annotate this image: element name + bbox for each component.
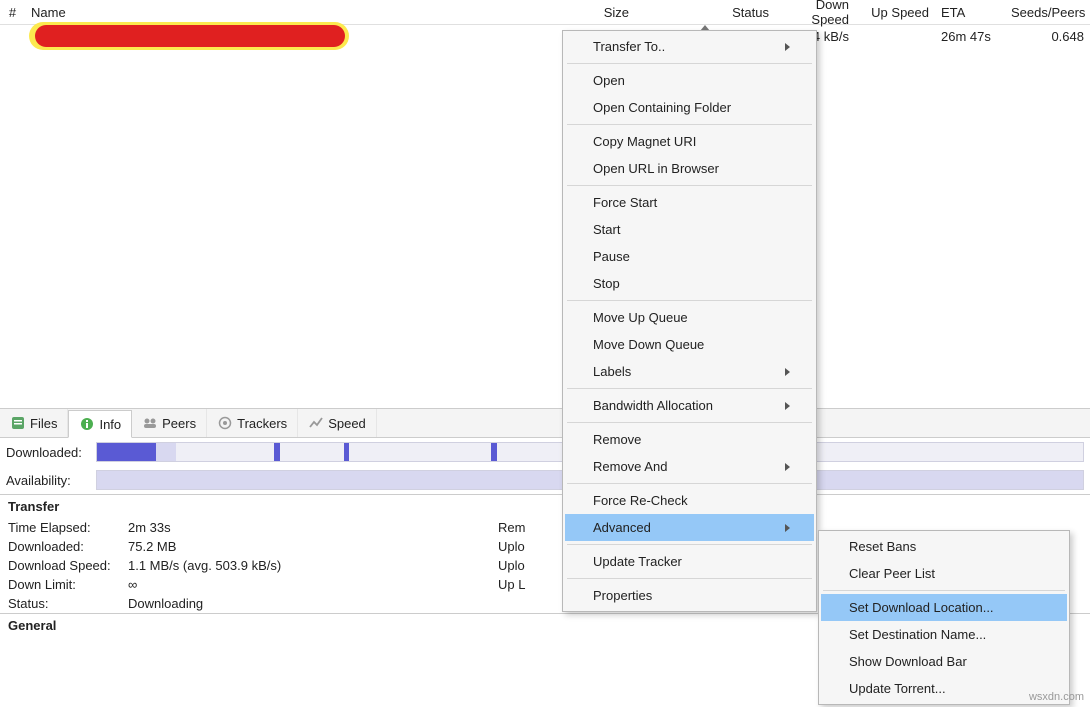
submenu-arrow-icon: [785, 459, 790, 474]
details-tabs: Files Info Peers Trackers Speed: [0, 408, 1090, 438]
menu-separator: [567, 483, 812, 484]
watermark: wsxdn.com: [1029, 691, 1084, 703]
time-elapsed-label: Time Elapsed:: [8, 520, 128, 535]
menu-separator: [567, 544, 812, 545]
download-speed-label: Download Speed:: [8, 558, 128, 573]
col-status[interactable]: Status: [635, 5, 775, 20]
col-size[interactable]: Size: [565, 5, 635, 20]
col-seeds-peers[interactable]: Seeds/Peers: [1005, 5, 1090, 20]
menu-advanced[interactable]: Advanced: [565, 514, 814, 541]
menu-separator: [567, 63, 812, 64]
downloaded-row: Downloaded:: [0, 438, 1090, 466]
submenu-reset-bans[interactable]: Reset Bans: [821, 533, 1067, 560]
col-up-speed[interactable]: Up Speed: [855, 5, 935, 20]
downloaded-label: Downloaded:: [6, 445, 96, 460]
row-eta: 26m 47s: [935, 29, 1005, 44]
tab-speed[interactable]: Speed: [298, 409, 377, 437]
menu-separator: [567, 124, 812, 125]
trackers-icon: [217, 416, 232, 431]
tab-label: Trackers: [237, 416, 287, 431]
downloaded-label2: Downloaded:: [8, 539, 128, 554]
down-limit-value: ∞: [128, 577, 498, 592]
submenu-set-download-location[interactable]: Set Download Location...: [821, 594, 1067, 621]
menu-separator: [567, 300, 812, 301]
info-icon: [79, 417, 94, 432]
menu-separator: [567, 185, 812, 186]
col-name[interactable]: Name: [25, 5, 565, 20]
menu-force-recheck: Force Re-Check: [565, 487, 814, 514]
speed-icon: [308, 416, 323, 431]
torrent-row[interactable]: 1.60 GB Downloading 2.4 kB/s 26m 47s 0.6…: [0, 25, 1090, 48]
submenu-set-destination-name[interactable]: Set Destination Name...: [821, 621, 1067, 648]
menu-move-up[interactable]: Move Up Queue: [565, 304, 814, 331]
menu-pause[interactable]: Pause: [565, 243, 814, 270]
menu-separator: [567, 422, 812, 423]
menu-open: Open: [565, 67, 814, 94]
menu-bandwidth[interactable]: Bandwidth Allocation: [565, 392, 814, 419]
redaction-bar: [35, 25, 345, 47]
files-icon: [10, 416, 25, 431]
down-limit-label: Down Limit:: [8, 577, 128, 592]
tab-label: Info: [99, 417, 121, 432]
context-menu[interactable]: Transfer To.. Open Open Containing Folde…: [562, 30, 817, 612]
menu-separator: [823, 590, 1065, 591]
menu-separator: [567, 578, 812, 579]
submenu-arrow-icon: [785, 364, 790, 379]
col-num[interactable]: #: [0, 5, 25, 20]
status-label: Status:: [8, 596, 128, 611]
col-down-speed[interactable]: Down Speed: [775, 0, 855, 27]
menu-labels[interactable]: Labels: [565, 358, 814, 385]
submenu-show-download-bar[interactable]: Show Download Bar: [821, 648, 1067, 675]
time-elapsed-value: 2m 33s: [128, 520, 498, 535]
menu-force-start[interactable]: Force Start: [565, 189, 814, 216]
section-transfer: Transfer: [0, 494, 1090, 518]
menu-start: Start: [565, 216, 814, 243]
tab-trackers[interactable]: Trackers: [207, 409, 298, 437]
menu-remove-and[interactable]: Remove And: [565, 453, 814, 480]
menu-move-down[interactable]: Move Down Queue: [565, 331, 814, 358]
row-name: [25, 25, 565, 48]
col-eta[interactable]: ETA: [935, 5, 1005, 20]
tab-label: Files: [30, 416, 57, 431]
peers-icon: [142, 416, 157, 431]
row-seeds-peers: 0.648: [1005, 29, 1090, 44]
menu-open-folder[interactable]: Open Containing Folder: [565, 94, 814, 121]
tab-label: Peers: [162, 416, 196, 431]
submenu-advanced[interactable]: Reset Bans Clear Peer List Set Download …: [818, 530, 1070, 705]
menu-update-tracker[interactable]: Update Tracker: [565, 548, 814, 575]
menu-separator: [567, 388, 812, 389]
menu-open-url: Open URL in Browser: [565, 155, 814, 182]
tab-label: Speed: [328, 416, 366, 431]
availability-label: Availability:: [6, 473, 96, 488]
menu-properties[interactable]: Properties: [565, 582, 814, 609]
submenu-arrow-icon: [785, 520, 790, 535]
tab-peers[interactable]: Peers: [132, 409, 207, 437]
availability-row: Availability:: [0, 466, 1090, 494]
menu-stop[interactable]: Stop: [565, 270, 814, 297]
submenu-arrow-icon: [785, 398, 790, 413]
menu-copy-magnet[interactable]: Copy Magnet URI: [565, 128, 814, 155]
status-value: Downloading: [128, 596, 498, 611]
submenu-arrow-icon: [785, 39, 790, 54]
downloaded-value: 75.2 MB: [128, 539, 498, 554]
tab-files[interactable]: Files: [0, 409, 68, 437]
submenu-clear-peer-list[interactable]: Clear Peer List: [821, 560, 1067, 587]
download-speed-value: 1.1 MB/s (avg. 503.9 kB/s): [128, 558, 498, 573]
tab-info[interactable]: Info: [68, 410, 132, 438]
menu-transfer-to[interactable]: Transfer To..: [565, 33, 814, 60]
menu-remove[interactable]: Remove: [565, 426, 814, 453]
